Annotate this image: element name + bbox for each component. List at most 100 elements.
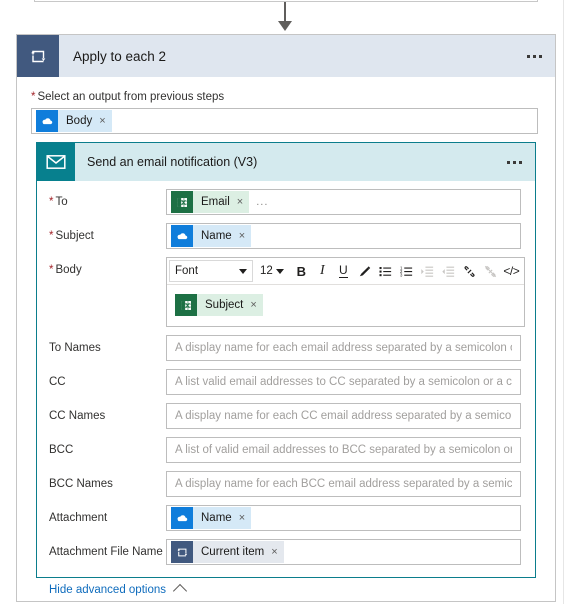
envelope-icon — [37, 143, 75, 181]
form-row-subject: * Subject Name × — [37, 223, 535, 249]
ellipsis-dot — [532, 54, 536, 58]
token-chip-label-wrap: Email × — [193, 191, 250, 213]
send-email-title: Send an email notification (V3) — [87, 155, 258, 169]
token-chip-text: Body — [66, 115, 93, 127]
field-label-subject: * Subject — [49, 223, 166, 243]
form-row-to-names: To Names — [37, 335, 535, 361]
link-button[interactable] — [459, 260, 480, 282]
text-color-button[interactable] — [354, 260, 375, 282]
hide-advanced-options-label: Hide advanced options — [49, 583, 166, 596]
font-size-value: 12 — [260, 265, 273, 277]
cc-input[interactable] — [166, 369, 521, 395]
field-label-to-names: To Names — [49, 342, 101, 354]
chevron-up-icon — [172, 583, 188, 599]
bcc-names-input[interactable] — [166, 471, 521, 497]
body-rich-text-editor[interactable]: Font 12 B I U 1 2 3 </> Subject × — [166, 257, 525, 327]
token-chip-label-wrap: Current item × — [193, 541, 284, 563]
token-chip-current-item[interactable]: Current item × — [171, 541, 284, 563]
outdent-button — [438, 260, 459, 282]
field-label-body-text: Body — [55, 264, 82, 276]
body-content-area[interactable]: Subject × — [167, 285, 524, 326]
form-row-body: * Body Font 12 B I U 1 2 3 </> Subject × — [37, 257, 535, 327]
token-chip-label-wrap: Name × — [193, 225, 252, 247]
form-row-to: * To Email × ... — [37, 189, 535, 215]
numbered-list-button[interactable]: 1 2 3 — [396, 260, 417, 282]
font-family-select[interactable]: Font — [169, 260, 253, 282]
form-row-bcc: BCC — [37, 437, 535, 463]
form-row-cc: CC — [37, 369, 535, 395]
hide-advanced-options-toggle[interactable]: Hide advanced options — [37, 573, 535, 599]
subject-input[interactable]: Name × — [166, 223, 521, 249]
field-label-cc-names: CC Names — [49, 410, 106, 422]
token-remove-button[interactable]: × — [239, 512, 245, 524]
unlink-button — [480, 260, 501, 282]
select-output-label: * Select an output from previous steps — [31, 91, 541, 103]
form-row-attachment: Attachment Name × — [37, 505, 535, 531]
send-email-card[interactable]: Send an email notification (V3) * To Ema… — [36, 142, 536, 599]
select-output-label-text: Select an output from previous steps — [37, 91, 225, 103]
ellipsis-dot — [512, 160, 516, 164]
rich-text-toolbar: Font 12 B I U 1 2 3 </> — [167, 258, 524, 285]
bold-button[interactable]: B — [291, 260, 312, 282]
onedrive-cloud-icon — [171, 507, 193, 529]
apply-to-each-header[interactable]: Apply to each 2 — [17, 35, 555, 77]
field-label-bcc: BCC — [49, 444, 74, 456]
font-family-value: Font — [175, 265, 199, 277]
to-overflow-indicator: ... — [256, 196, 269, 208]
field-label-attachment: Attachment — [49, 512, 108, 524]
excel-icon — [171, 191, 193, 213]
token-remove-button[interactable]: × — [250, 299, 256, 311]
attachment-file-name-input[interactable]: Current item × — [166, 539, 521, 565]
font-size-select[interactable]: 12 — [257, 260, 287, 282]
attachment-input[interactable]: Name × — [166, 505, 521, 531]
token-chip-email[interactable]: Email × — [171, 191, 250, 213]
token-chip-text: Subject — [205, 299, 244, 311]
field-label-body: * Body — [49, 257, 166, 277]
token-remove-button[interactable]: × — [271, 546, 277, 558]
field-label-bcc-names: BCC Names — [49, 478, 113, 490]
ellipsis-dot — [518, 160, 522, 164]
italic-button[interactable]: I — [312, 260, 333, 282]
token-chip-body[interactable]: Body × — [36, 110, 112, 132]
excel-icon — [175, 294, 197, 316]
previous-step-card-edge — [34, 0, 538, 2]
token-chip-label-wrap: Body × — [58, 110, 112, 132]
token-chip-label-wrap: Name × — [193, 507, 252, 529]
canvas-right-edge — [563, 0, 564, 604]
required-asterisk: * — [49, 196, 54, 208]
code-view-button[interactable]: </> — [501, 260, 522, 282]
form-row-attachment-file-name: Attachment File Name Current item × — [37, 539, 535, 565]
required-asterisk: * — [31, 91, 36, 103]
required-asterisk: * — [49, 230, 54, 242]
apply-to-each-title: Apply to each 2 — [73, 48, 167, 64]
field-label-subject-text: Subject — [55, 230, 94, 242]
ellipsis-dot — [538, 54, 542, 58]
apply-to-each-menu-button[interactable] — [513, 35, 555, 77]
token-remove-button[interactable]: × — [239, 230, 245, 242]
ellipsis-dot — [526, 54, 530, 58]
to-names-input[interactable] — [166, 335, 521, 361]
token-chip-name[interactable]: Name × — [171, 507, 252, 529]
token-chip-name[interactable]: Name × — [171, 225, 252, 247]
to-input[interactable]: Email × ... — [166, 189, 521, 215]
onedrive-cloud-icon — [171, 225, 193, 247]
bulleted-list-button[interactable] — [375, 260, 396, 282]
required-asterisk: * — [49, 264, 54, 276]
send-email-menu-button[interactable] — [493, 143, 535, 181]
svg-text:3: 3 — [400, 272, 403, 277]
bcc-input[interactable] — [166, 437, 521, 463]
token-chip-subject[interactable]: Subject × — [175, 294, 263, 316]
token-chip-text: Name — [201, 512, 232, 524]
select-output-input[interactable]: Body × — [31, 108, 538, 134]
form-row-cc-names: CC Names — [37, 403, 535, 429]
token-remove-button[interactable]: × — [99, 115, 105, 127]
underline-button[interactable]: U — [333, 260, 354, 282]
token-chip-text: Current item — [201, 546, 265, 558]
token-chip-text: Email — [201, 196, 230, 208]
token-chip-text: Name — [201, 230, 232, 242]
token-remove-button[interactable]: × — [237, 196, 243, 208]
field-label-to-text: To — [55, 196, 68, 208]
cc-names-input[interactable] — [166, 403, 521, 429]
onedrive-cloud-icon — [36, 110, 58, 132]
send-email-header[interactable]: Send an email notification (V3) — [37, 143, 535, 181]
